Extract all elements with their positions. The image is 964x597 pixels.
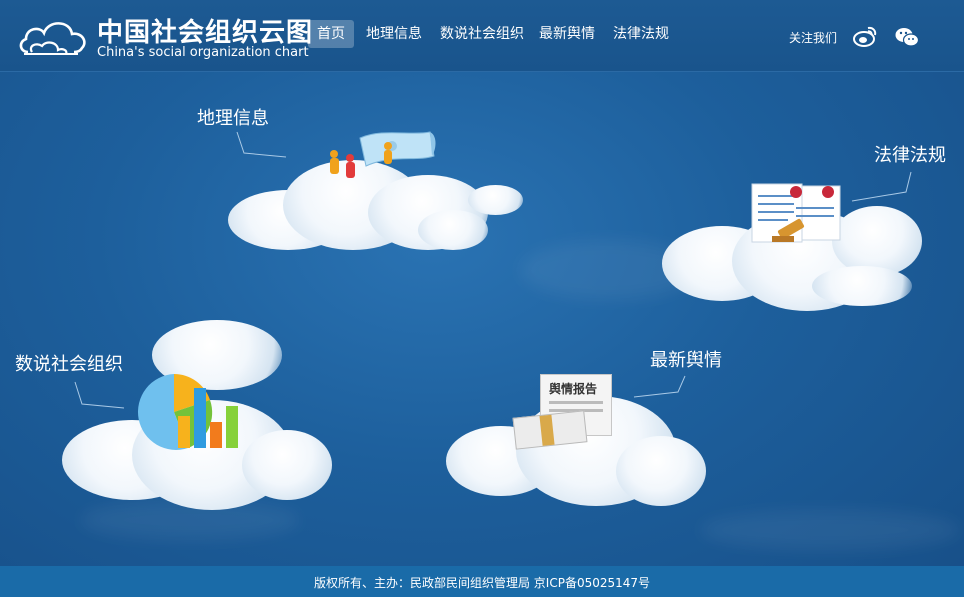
- label-geo-info[interactable]: 地理信息: [197, 104, 269, 130]
- pie-bar-chart-icon: [137, 374, 238, 450]
- nav-stats[interactable]: 数说社会组织: [431, 20, 533, 48]
- report-title: 舆情报告: [549, 382, 598, 396]
- cloud-puff: [418, 210, 488, 250]
- cloud-puff: [468, 185, 523, 215]
- site-subtitle: China's social organization chart: [97, 45, 309, 60]
- label-public-opinion[interactable]: 最新舆情: [650, 346, 722, 372]
- newspaper-band: [539, 414, 555, 446]
- cloud-puff: [242, 430, 332, 500]
- report-line: [549, 401, 603, 404]
- nav-public-opinion[interactable]: 最新舆情: [530, 20, 604, 48]
- footer-copyright: 版权所有、主办：民政部民间组织管理局 京ICP备05025147号: [313, 576, 651, 590]
- footer: 版权所有、主办：民政部民间组织管理局 京ICP备05025147号: [0, 566, 964, 597]
- weibo-icon[interactable]: [853, 25, 877, 47]
- newspaper-stack: [512, 410, 588, 450]
- nav-laws[interactable]: 法律法规: [604, 20, 678, 48]
- sky-haze: [700, 510, 960, 550]
- cloud-puff: [616, 436, 706, 506]
- law-certificate-icon: [751, 183, 841, 243]
- wechat-icon[interactable]: [895, 27, 919, 47]
- page: 中国社会组织云图 China's social organization cha…: [0, 0, 964, 597]
- site-title[interactable]: 中国社会组织云图: [97, 12, 313, 49]
- map-people-icon: [330, 131, 436, 178]
- label-stats[interactable]: 数说社会组织: [15, 350, 123, 376]
- header: 中国社会组织云图 China's social organization cha…: [0, 0, 964, 72]
- cloud-icon[interactable]: [18, 14, 90, 60]
- cloud-puff: [812, 266, 912, 306]
- nav-home[interactable]: 首页: [308, 20, 354, 48]
- label-laws[interactable]: 法律法规: [874, 141, 946, 167]
- newspaper-report-icon: 舆情报告: [512, 374, 612, 450]
- follow-us-label: 关注我们: [789, 31, 838, 45]
- nav-geo-info[interactable]: 地理信息: [357, 20, 431, 48]
